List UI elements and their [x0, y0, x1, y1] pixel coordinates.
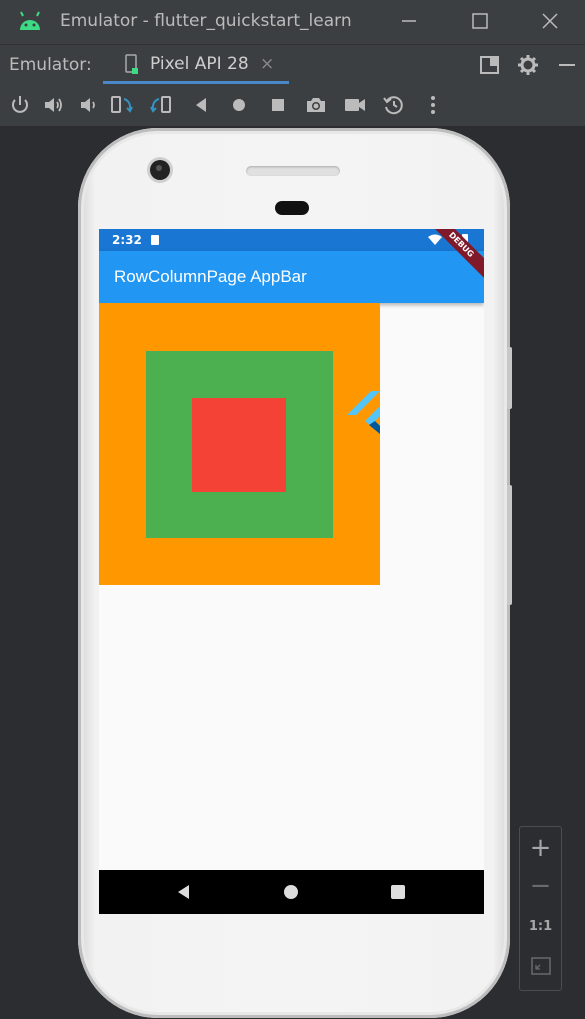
emulator-label: Emulator:	[9, 55, 92, 75]
device-screen[interactable]: 2:32 RowColumnPage AppBar DEBUG	[99, 229, 484, 914]
flutter-logo	[347, 391, 380, 434]
android-icon	[20, 11, 40, 30]
more-icon[interactable]	[421, 93, 445, 117]
power-side-button	[507, 485, 512, 605]
zoom-1-to-1-button[interactable]: 1:1	[520, 919, 561, 934]
emulator-tab-bar: Emulator: Pixel API 28 ×	[0, 44, 585, 85]
front-camera	[150, 160, 170, 180]
earpiece-speaker	[246, 166, 340, 176]
home-icon[interactable]	[227, 93, 251, 117]
minimize-panel-icon[interactable]	[555, 53, 579, 77]
proximity-sensor	[275, 201, 309, 215]
volume-down-icon[interactable]	[76, 93, 100, 117]
gear-icon[interactable]	[516, 53, 540, 77]
app-bar-title: RowColumnPage AppBar	[114, 267, 307, 286]
volume-up-icon[interactable]	[42, 93, 66, 117]
nav-back-icon[interactable]	[175, 883, 193, 901]
fit-screen-icon[interactable]	[531, 957, 551, 975]
zoom-in-button[interactable]: +	[520, 833, 561, 863]
system-nav-bar	[99, 870, 484, 914]
inner-red-box	[192, 398, 286, 492]
tab-pixel-api-28[interactable]: Pixel API 28 ×	[103, 45, 289, 85]
camera-icon[interactable]	[304, 93, 328, 117]
app-bar: RowColumnPage AppBar	[99, 251, 484, 303]
zoom-controls: + − 1:1	[519, 826, 562, 991]
video-icon[interactable]	[343, 93, 367, 117]
nav-recents-icon[interactable]	[389, 883, 407, 901]
back-icon[interactable]	[189, 93, 213, 117]
rotate-right-icon[interactable]	[149, 93, 173, 117]
wifi-icon	[428, 234, 442, 245]
tab-close-button[interactable]: ×	[260, 54, 274, 74]
status-bar: 2:32	[99, 229, 484, 251]
tab-label: Pixel API 28	[150, 54, 249, 74]
overview-icon[interactable]	[266, 93, 290, 117]
minimize-icon[interactable]	[397, 9, 421, 33]
volume-rocker	[507, 347, 512, 409]
nav-home-icon[interactable]	[282, 883, 300, 901]
maximize-icon[interactable]	[468, 9, 492, 33]
rotate-left-icon[interactable]	[110, 93, 134, 117]
device-icon	[125, 54, 138, 74]
status-time: 2:32	[112, 233, 142, 247]
sd-card-icon	[151, 235, 159, 245]
title-bar: Emulator - flutter_quickstart_learn	[0, 0, 585, 44]
emulator-toolbar	[0, 84, 585, 127]
close-icon[interactable]	[538, 9, 562, 33]
power-icon[interactable]	[8, 93, 32, 117]
snapshot-icon[interactable]	[382, 93, 406, 117]
window-title: Emulator - flutter_quickstart_learn	[60, 11, 352, 31]
layout-icon[interactable]	[478, 53, 502, 77]
zoom-out-button[interactable]: −	[520, 871, 561, 901]
